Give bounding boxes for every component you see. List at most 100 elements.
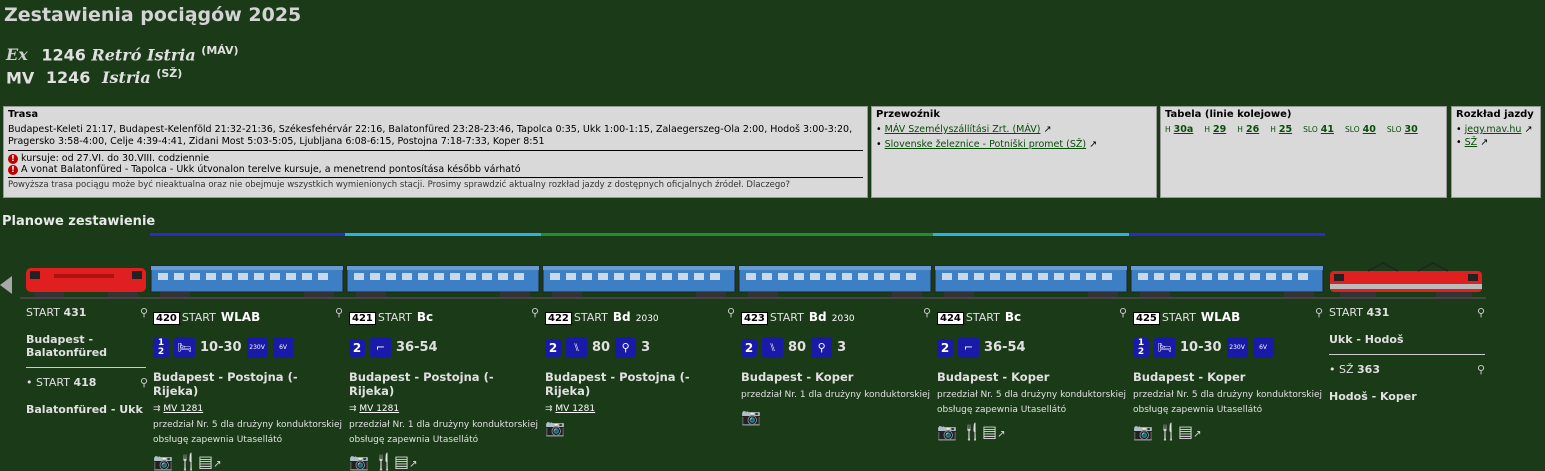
- car-image[interactable]: [346, 262, 540, 298]
- car-info: 422 START Bd 2030 ⚲ 2 ⑊ 80 ⚲ 3 Budapest - Post…: [545, 306, 735, 437]
- car-type: Bc: [416, 310, 434, 324]
- carrier-link[interactable]: Slovenske železnice - Potniški promet (S…: [885, 139, 1086, 150]
- search-icon[interactable]: ⚲: [923, 306, 931, 319]
- seat-count: 10-30: [200, 340, 242, 355]
- couchette-icon: ⌐: [958, 337, 979, 358]
- seat-icon: ⑊: [762, 337, 783, 358]
- camera-icon[interactable]: 📷: [349, 452, 369, 471]
- search-icon[interactable]: ⚲: [531, 306, 539, 319]
- camera-icon[interactable]: 📷: [937, 422, 957, 441]
- camera-icon[interactable]: 📷: [545, 418, 565, 437]
- car-image[interactable]: [150, 262, 344, 298]
- car-route: Budapest - Postojna (- Rijeka): [153, 370, 298, 398]
- restaurant-icon: 🍴: [178, 452, 198, 471]
- locomotive-right-info: START 431 ⚲ Ukk - Hodoš • SŽ 363 ⚲ Hodoš…: [1329, 306, 1485, 403]
- timetable-link[interactable]: SLO 40: [1345, 124, 1376, 135]
- operator-label: SŽ: [1339, 363, 1354, 376]
- notice-1: ! kursuje: od 27.VI. do 30.VIII. codzienn…: [8, 153, 863, 164]
- start-label: START: [1329, 306, 1363, 319]
- notice-2: ! A vonat Balatonfüred - Tapolca - Ukk út…: [8, 164, 863, 175]
- camera-icon[interactable]: 📷: [1133, 422, 1153, 441]
- train-name: Retró Istria: [91, 45, 196, 65]
- car-info: 423 START Bd 2030 ⚲ 2 ⑊ 80 ⚲ 3 Budapest - Kope…: [741, 306, 931, 426]
- class-badge: 12: [1133, 337, 1149, 358]
- search-icon[interactable]: ⚲: [1477, 306, 1485, 319]
- car-note: przedział Nr. 5 dla drużyny konduktorski…: [937, 390, 1127, 415]
- start-label: START: [769, 311, 804, 324]
- loco-route: Balatonfüred - Ukk: [26, 403, 143, 416]
- search-icon[interactable]: ⚲: [727, 306, 735, 319]
- car-image[interactable]: [934, 262, 1128, 298]
- camera-icon[interactable]: 📷: [153, 452, 173, 471]
- route-text: Budapest-Keleti 21:17, Budapest-Kelenföl…: [8, 124, 853, 147]
- locomotive-left-image[interactable]: [24, 262, 148, 298]
- car-route: Budapest - Koper: [741, 370, 854, 384]
- train-operator: (MÁV): [201, 44, 239, 57]
- couchette-icon: ⌐: [370, 337, 391, 358]
- car-route: Budapest - Koper: [937, 370, 1050, 384]
- schedule-link[interactable]: jegy.mav.hu: [1465, 124, 1522, 135]
- express-icon: Ex: [6, 45, 28, 65]
- search-icon[interactable]: ⚲: [1477, 363, 1485, 376]
- locomotive-left-info: START 431 ⚲ Budapest - Balatonfüred • ST…: [26, 306, 148, 416]
- through-car-link[interactable]: MV 1281: [163, 404, 203, 414]
- seat-count: 80: [788, 340, 807, 355]
- loco-number: 431: [63, 306, 87, 319]
- external-link-icon[interactable]: ↗: [409, 459, 417, 470]
- car-image[interactable]: [542, 262, 736, 298]
- car-image[interactable]: [1130, 262, 1324, 298]
- class-badge: 2: [545, 338, 561, 357]
- seat-count: 10-30: [1180, 340, 1222, 355]
- locomotive-right-image[interactable]: [1328, 262, 1484, 298]
- search-icon[interactable]: ⚲: [335, 306, 343, 319]
- search-icon[interactable]: ⚲: [1119, 306, 1127, 319]
- search-icon[interactable]: ⚲: [140, 376, 148, 389]
- car-type: Bd: [808, 310, 827, 324]
- route-color-bar: [345, 233, 541, 236]
- schedule-link[interactable]: SŽ: [1465, 137, 1478, 148]
- external-link-icon[interactable]: ↗: [997, 429, 1005, 440]
- through-car-link[interactable]: MV 1281: [359, 404, 399, 414]
- timetable-link[interactable]: SLO 41: [1303, 124, 1334, 135]
- bicycle-icon: ⚲: [811, 337, 833, 358]
- menu-icon: ▤: [197, 452, 214, 471]
- route-panel: Trasa Budapest-Keleti 21:17, Budapest-Ke…: [3, 106, 868, 198]
- socket-230v-icon: 230V: [1226, 337, 1248, 358]
- start-label: START: [1161, 311, 1196, 324]
- car-info: 425 START WLAB ⚲ 1 2 🛏 10-30 230V 6V Budapest -…: [1133, 306, 1323, 441]
- seat-count: 36-54: [396, 340, 438, 355]
- through-car-icon: ⇉: [153, 404, 161, 414]
- external-link-icon[interactable]: ↗: [1193, 429, 1201, 440]
- timetable-link[interactable]: H 25: [1270, 124, 1292, 135]
- loco-route: Budapest - Balatonfüred: [26, 333, 108, 359]
- external-link-icon[interactable]: ↗: [213, 459, 221, 470]
- schedule-panel: Rozkład jazdy • jegy.mav.hu ↗ • SŽ ↗: [1451, 106, 1541, 198]
- timetable-link[interactable]: H 29: [1204, 124, 1226, 135]
- car-info: 420 START WLAB ⚲ 1 2 🛏 10-30 230V 6V Budapest -…: [153, 306, 343, 471]
- through-car-link[interactable]: MV 1281: [555, 404, 595, 414]
- timetable-link[interactable]: SLO 30: [1387, 124, 1418, 135]
- start-label: START: [573, 311, 608, 324]
- class-badge: 12: [153, 337, 169, 358]
- timetable-link[interactable]: H 26: [1237, 124, 1259, 135]
- class-badge: 2: [349, 338, 365, 357]
- external-link-icon: ↗: [1524, 124, 1533, 135]
- start-label: START: [181, 311, 216, 324]
- scroll-left-arrow-icon[interactable]: [0, 276, 12, 294]
- car-number: 421: [349, 312, 376, 325]
- train-name: Istria: [102, 68, 151, 88]
- search-icon[interactable]: ⚲: [140, 306, 148, 319]
- class-badge: 2: [937, 338, 953, 357]
- timetable-link[interactable]: H 30a: [1165, 124, 1193, 135]
- loco-route: Ukk - Hodoš: [1329, 333, 1404, 346]
- train-operator: (SŽ): [156, 67, 183, 80]
- train-number: 1246: [41, 45, 86, 65]
- carrier-link[interactable]: MÁV Személyszállítási Zrt. (MÁV): [885, 124, 1041, 135]
- notice-1-text: kursuje: od 27.VI. do 30.VIII. codzienni…: [21, 153, 210, 164]
- car-note: przedział Nr. 1 dla drużyny konduktorski…: [349, 420, 539, 445]
- camera-icon[interactable]: 📷: [741, 407, 761, 426]
- car-image[interactable]: [738, 262, 932, 298]
- notice-2-text: A vonat Balatonfüred - Tapolca - Ukk útv…: [21, 164, 521, 175]
- search-icon[interactable]: ⚲: [1315, 306, 1323, 319]
- car-info: 424 START Bc ⚲ 2 ⌐ 36-54 Budapest - Koper pr…: [937, 306, 1127, 441]
